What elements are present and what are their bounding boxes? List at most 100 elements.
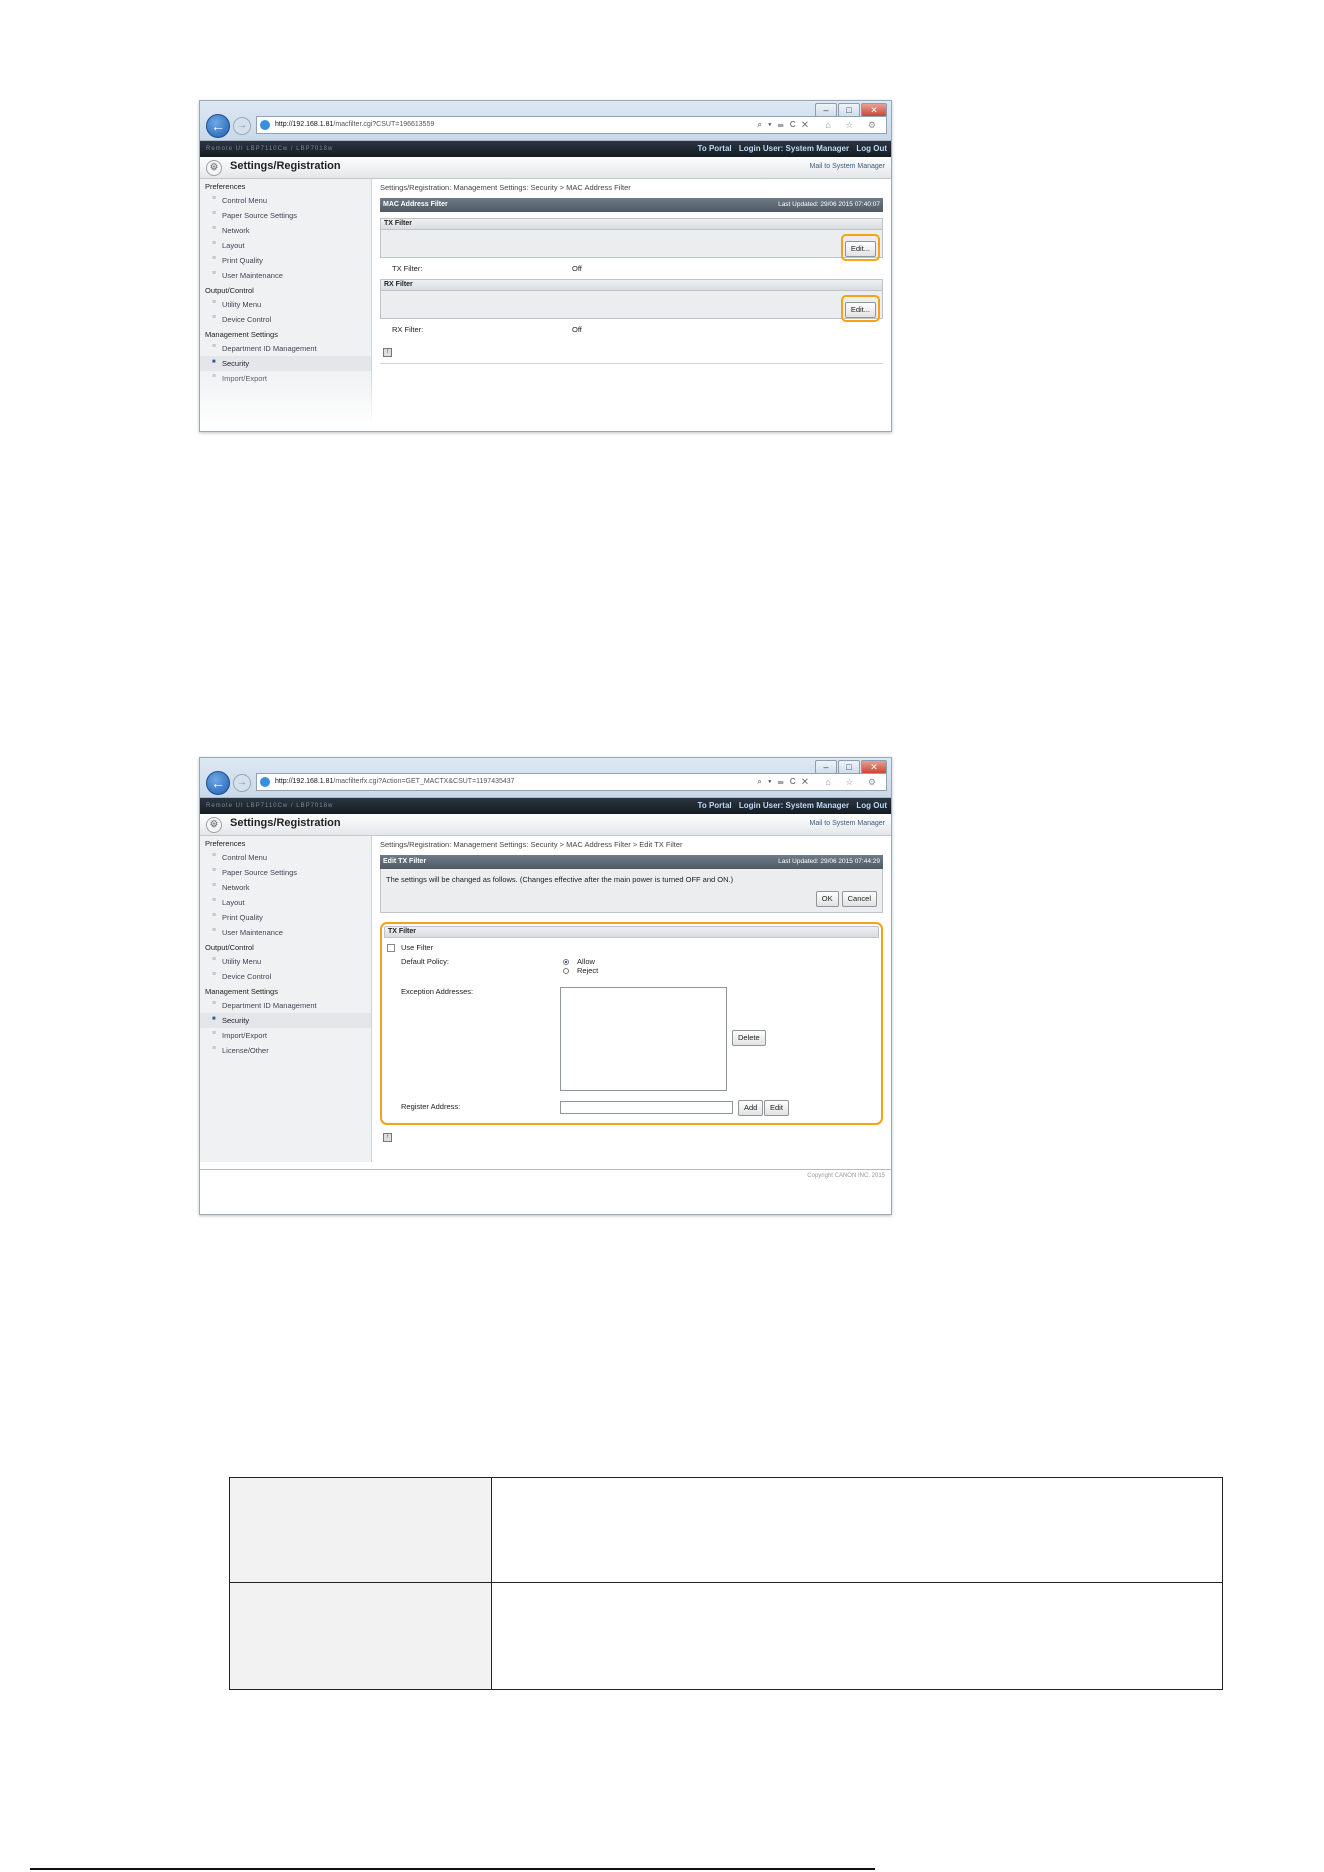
sidebar-item-device-control[interactable]: Device Control (200, 312, 371, 327)
sidebar: Preferences Control Menu Paper Source Se… (200, 836, 372, 1162)
tx-edit-button[interactable]: Edit... (844, 241, 876, 257)
to-portal-link[interactable]: To Portal (698, 144, 732, 153)
sidebar-item-control-menu[interactable]: Control Menu (200, 850, 371, 865)
sidebar-group-preferences[interactable]: Preferences (200, 836, 371, 850)
use-filter-row: Use Filter (384, 938, 879, 953)
sidebar-item-import-export[interactable]: Import/Export (200, 371, 371, 386)
sidebar-item-print-quality[interactable]: Print Quality (200, 253, 371, 268)
table-cell (229, 1582, 492, 1690)
tx-filter-value: Off (572, 264, 582, 273)
sidebar-item-security[interactable]: Security (200, 356, 371, 371)
rx-edit-button[interactable]: Edit... (844, 302, 876, 318)
address-bar[interactable]: http://192.168.1.81/macfilter.cgi?CSUT=1… (256, 116, 887, 134)
info-box: The settings will be changed as follows.… (380, 869, 883, 913)
panel-header: Edit TX Filter Last Updated: 29/06 2015 … (380, 855, 883, 869)
mail-to-system-manager-link[interactable]: Mail to System Manager (810, 163, 885, 170)
edit-button[interactable]: Edit (764, 1100, 789, 1117)
device-name: Remote UI LBP7110Cw / LBP7018w (206, 803, 334, 809)
highlight-callout: Edit... (840, 295, 880, 322)
sidebar-group-management-settings[interactable]: Management Settings (200, 327, 371, 341)
minimize-icon[interactable]: – (815, 103, 837, 117)
sidebar-item-network[interactable]: Network (200, 880, 371, 895)
copyright: Copyright CANON INC. 2015 (807, 1173, 885, 1179)
register-address-input[interactable] (560, 1101, 733, 1115)
maximize-icon[interactable]: □ (838, 760, 860, 774)
exception-addresses-label: Exception Addresses: (401, 987, 474, 997)
sidebar-item-license-other[interactable]: License/Other (200, 1043, 371, 1058)
footer-divider (200, 1169, 891, 1170)
tx-filter-label: TX Filter: (392, 264, 423, 273)
description-table (229, 1477, 1223, 1690)
sidebar-item-user-maintenance[interactable]: User Maintenance (200, 268, 371, 283)
address-tools-icons[interactable]: ⌕ ▾ ☰ C ✕ (757, 774, 810, 790)
sidebar-item-department-id-management[interactable]: Department ID Management (200, 998, 371, 1013)
highlight-callout: Edit... (840, 234, 880, 261)
table-cell (229, 1477, 492, 1583)
maximize-icon[interactable]: □ (838, 103, 860, 117)
log-out-link[interactable]: Log Out (856, 801, 887, 810)
login-user-text: Login User: System Manager (738, 801, 850, 810)
sidebar-item-paper-source-settings[interactable]: Paper Source Settings (200, 865, 371, 880)
home-favorites-settings-icons[interactable]: ⌂ ☆ ⚙ (825, 774, 882, 790)
sidebar-item-device-control[interactable]: Device Control (200, 969, 371, 984)
sidebar-item-paper-source-settings[interactable]: Paper Source Settings (200, 208, 371, 223)
rx-filter-section: RX Filter Edit... RX Filter: Off (380, 279, 883, 340)
sidebar-item-layout[interactable]: Layout (200, 895, 371, 910)
table-cell (491, 1477, 1223, 1583)
page-top-icon[interactable]: ↑ (383, 348, 392, 357)
rx-filter-heading: RX Filter (380, 279, 883, 291)
minimize-icon[interactable]: – (815, 760, 837, 774)
cancel-button[interactable]: Cancel (841, 891, 877, 907)
sidebar-group-preferences[interactable]: Preferences (200, 179, 371, 193)
back-arrow-icon[interactable]: ← (206, 114, 230, 138)
forward-arrow-icon[interactable]: → (233, 117, 251, 135)
last-updated: Last Updated: 29/06 2015 07:44:29 (778, 858, 880, 865)
ok-button[interactable]: OK (815, 891, 839, 907)
sidebar-item-print-quality[interactable]: Print Quality (200, 910, 371, 925)
sidebar-group-output-control[interactable]: Output/Control (200, 283, 371, 297)
allow-radio[interactable] (563, 959, 569, 966)
sidebar-item-layout[interactable]: Layout (200, 238, 371, 253)
home-favorites-settings-icons[interactable]: ⌂ ☆ ⚙ (825, 117, 882, 133)
tx-filter-highlight-frame: TX Filter Use Filter Default Policy: All… (380, 922, 883, 1125)
register-address-label: Register Address: (401, 1102, 461, 1112)
add-button[interactable]: Add (738, 1100, 764, 1117)
settings-titlebar: ⚙ Settings/Registration Mail to System M… (200, 814, 891, 836)
delete-button[interactable]: Delete (732, 1030, 766, 1047)
back-arrow-icon[interactable]: ← (206, 771, 230, 795)
sidebar-item-security[interactable]: Security (200, 1013, 371, 1028)
breadcrumb: Settings/Registration: Management Settin… (380, 183, 631, 192)
close-icon[interactable]: ✕ (861, 760, 887, 774)
log-out-link[interactable]: Log Out (856, 144, 887, 153)
address-bar[interactable]: http://192.168.1.81/macfilterfx.cgi?Acti… (256, 773, 887, 791)
register-address-row: Register Address: Add Edit (384, 1100, 879, 1117)
exception-addresses-list[interactable] (560, 987, 727, 1092)
login-user-text: Login User: System Manager (738, 144, 850, 153)
ie-icon (260, 120, 270, 130)
forward-arrow-icon[interactable]: → (233, 774, 251, 792)
to-portal-link[interactable]: To Portal (698, 801, 732, 810)
reject-option[interactable]: Reject (563, 966, 598, 975)
page-top-icon[interactable]: ↑ (383, 1133, 392, 1142)
table-row (229, 1477, 1223, 1583)
mail-to-system-manager-link[interactable]: Mail to System Manager (810, 820, 885, 827)
reject-radio[interactable] (563, 968, 569, 975)
main-content: Settings/Registration: Management Settin… (380, 840, 883, 1143)
sidebar-item-network[interactable]: Network (200, 223, 371, 238)
sidebar-item-department-id-management[interactable]: Department ID Management (200, 341, 371, 356)
close-icon[interactable]: ✕ (861, 103, 887, 117)
sidebar-item-utility-menu[interactable]: Utility Menu (200, 954, 371, 969)
sidebar-item-user-maintenance[interactable]: User Maintenance (200, 925, 371, 940)
panel-title: Edit TX Filter (383, 858, 427, 865)
rx-filter-label: RX Filter: (392, 325, 424, 334)
sidebar-item-control-menu[interactable]: Control Menu (200, 193, 371, 208)
sidebar-item-utility-menu[interactable]: Utility Menu (200, 297, 371, 312)
table-row (229, 1582, 1223, 1690)
sidebar-item-import-export[interactable]: Import/Export (200, 1028, 371, 1043)
sidebar-group-output-control[interactable]: Output/Control (200, 940, 371, 954)
use-filter-checkbox[interactable] (387, 944, 395, 953)
allow-option[interactable]: Allow (563, 957, 598, 966)
sidebar-group-management-settings[interactable]: Management Settings (200, 984, 371, 998)
exception-addresses-row: Exception Addresses: Delete (384, 987, 879, 1097)
address-tools-icons[interactable]: ⌕ ▾ ☰ C ✕ (757, 117, 810, 133)
